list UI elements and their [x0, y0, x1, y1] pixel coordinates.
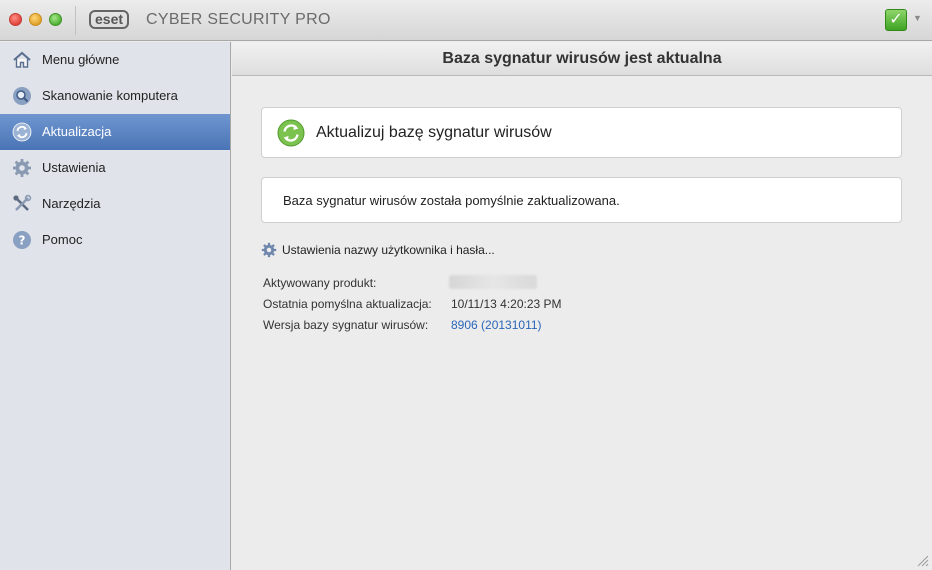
sidebar-item-tools[interactable]: Narzędzia	[0, 186, 230, 222]
svg-text:?: ?	[19, 234, 26, 248]
last-update-value: 10/11/13 4:20:23 PM	[451, 297, 562, 311]
check-icon: ✓	[889, 11, 903, 28]
sidebar-item-home[interactable]: Menu główne	[0, 42, 230, 78]
protection-status-button[interactable]: ✓	[885, 9, 907, 31]
zoom-window-button[interactable]	[49, 13, 62, 26]
activated-product-label: Aktywowany produkt:	[263, 276, 377, 290]
sidebar-item-scan[interactable]: Skanowanie komputera	[0, 78, 230, 114]
help-icon: ?	[12, 230, 32, 250]
magnifier-icon	[12, 86, 32, 106]
tools-icon	[12, 194, 32, 214]
main-header: Baza sygnatur wirusów jest aktualna	[232, 42, 932, 76]
minimize-window-button[interactable]	[29, 13, 42, 26]
home-icon	[12, 50, 32, 70]
eset-logo: eset	[89, 10, 130, 29]
product-name: CYBER SECURITY PRO	[146, 11, 331, 28]
gear-icon	[12, 158, 32, 178]
close-window-button[interactable]	[9, 13, 22, 26]
sidebar-item-settings[interactable]: Ustawienia	[0, 150, 230, 186]
last-update-label: Ostatnia pomyślna aktualizacja:	[263, 297, 432, 311]
chevron-down-icon[interactable]: ▼	[913, 13, 922, 23]
sidebar-item-label: Menu główne	[42, 52, 120, 67]
update-signature-database-button[interactable]: Aktualizuj bazę sygnatur wirusów	[261, 107, 902, 158]
update-button-label: Aktualizuj bazę sygnatur wirusów	[316, 124, 552, 141]
main-content: Aktualizuj bazę sygnatur wirusów Baza sy…	[232, 77, 932, 570]
sidebar-item-update[interactable]: Aktualizacja	[0, 114, 230, 150]
refresh-icon	[12, 122, 32, 142]
redacted-product-value	[449, 275, 537, 289]
page-title: Baza sygnatur wirusów jest aktualna	[442, 50, 722, 67]
sidebar-item-label: Skanowanie komputera	[42, 88, 178, 103]
resize-grip-icon[interactable]	[917, 555, 929, 567]
sidebar: Menu główne Skanowanie komputera Aktuali…	[0, 42, 231, 570]
gear-icon	[261, 242, 277, 258]
credentials-link-label: Ustawienia nazwy użytkownika i hasła...	[282, 243, 495, 257]
sidebar-item-label: Narzędzia	[42, 196, 101, 211]
refresh-icon	[277, 119, 305, 147]
update-status-message: Baza sygnatur wirusów została pomyślnie …	[261, 177, 902, 223]
title-divider	[75, 6, 76, 35]
status-text: Baza sygnatur wirusów została pomyślnie …	[283, 193, 620, 208]
sidebar-item-help[interactable]: ? Pomoc	[0, 222, 230, 258]
title-bar: eset CYBER SECURITY PRO ✓ ▼	[0, 0, 932, 41]
sidebar-item-label: Pomoc	[42, 232, 83, 247]
db-version-label: Wersja bazy sygnatur wirusów:	[263, 318, 429, 332]
sidebar-item-label: Ustawienia	[42, 160, 106, 175]
db-version-link[interactable]: 8906 (20131011)	[451, 318, 542, 332]
sidebar-item-label: Aktualizacja	[42, 124, 112, 139]
